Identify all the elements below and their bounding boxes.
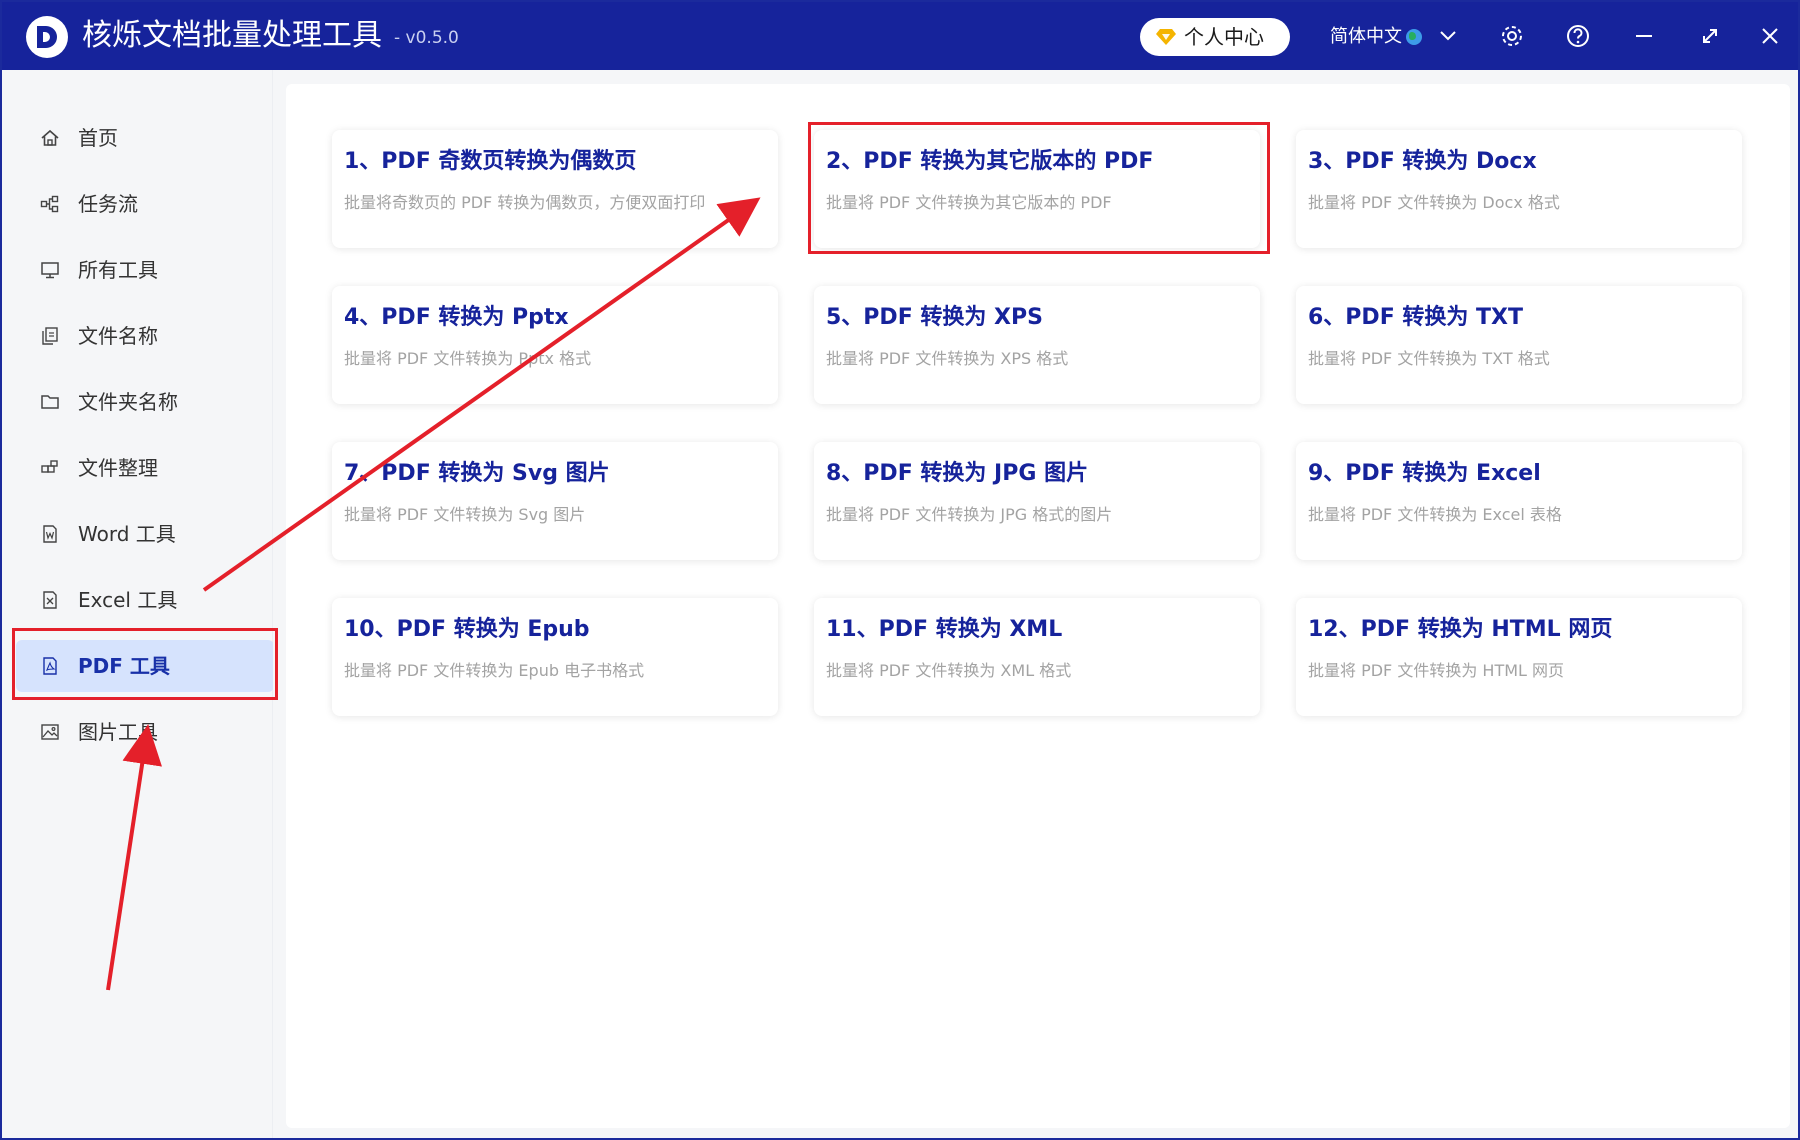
tool-card-desc: 批量将 PDF 文件转换为 Excel 表格 (1308, 505, 1562, 524)
tool-card-desc: 批量将 PDF 文件转换为 JPG 格式的图片 (826, 505, 1113, 524)
tool-card-desc: 批量将 PDF 文件转换为 XPS 格式 (826, 349, 1069, 368)
excel-file-icon (43, 591, 57, 609)
tool-card[interactable]: 1、PDF 奇数页转换为偶数页 批量将奇数页的 PDF 转换为偶数页，方便双面打… (332, 130, 778, 248)
tool-card-desc: 批量将奇数页的 PDF 转换为偶数页，方便双面打印 (344, 193, 706, 212)
tool-card[interactable]: 7、PDF 转换为 Svg 图片 批量将 PDF 文件转换为 Svg 图片 (332, 442, 778, 560)
tool-card-title: 6、PDF 转换为 TXT (1308, 305, 1524, 330)
sidebar-item-file-organize[interactable]: 文件整理 (16, 442, 274, 494)
globe-icon (1406, 29, 1422, 45)
home-icon (41, 129, 59, 146)
user-center-label: 个人中心 (1184, 25, 1264, 49)
chevron-down-icon[interactable] (1432, 20, 1464, 52)
sidebar-item-excel-tools[interactable]: Excel 工具 (16, 574, 274, 626)
workflow-icon (40, 195, 59, 213)
sidebar-item-workflow[interactable]: 任务流 (16, 178, 274, 230)
user-center-button[interactable]: 个人中心 (1140, 18, 1290, 56)
highlight-box-pdf-tools (12, 628, 278, 700)
sidebar-item-file-name[interactable]: 文件名称 (16, 310, 274, 362)
tool-card-title: 11、PDF 转换为 XML (826, 617, 1063, 642)
sidebar-item-label: 文件整理 (78, 456, 158, 480)
sidebar-item-label: 文件名称 (78, 324, 158, 348)
sidebar-item-label: 图片工具 (78, 720, 158, 744)
title-bar: 核烁文档批量处理工具 - v0.5.0 个人中心 简体中文 (2, 2, 1798, 70)
app-title: 核烁文档批量处理工具 (82, 18, 382, 53)
vip-diamond-icon (1156, 29, 1176, 45)
tool-card[interactable]: 3、PDF 转换为 Docx 批量将 PDF 文件转换为 Docx 格式 (1296, 130, 1742, 248)
sidebar-item-image-tools[interactable]: 图片工具 (16, 706, 274, 758)
folder-icon (41, 395, 59, 409)
tool-card[interactable]: 6、PDF 转换为 TXT 批量将 PDF 文件转换为 TXT 格式 (1296, 286, 1742, 404)
tool-card[interactable]: 5、PDF 转换为 XPS 批量将 PDF 文件转换为 XPS 格式 (814, 286, 1260, 404)
sidebar-item-word-tools[interactable]: Word 工具 (16, 508, 274, 560)
sidebar-item-label: 首页 (78, 126, 118, 150)
tool-card-desc: 批量将 PDF 文件转换为 HTML 网页 (1308, 661, 1565, 680)
tool-card-title: 12、PDF 转换为 HTML 网页 (1308, 617, 1613, 642)
tool-card-title: 7、PDF 转换为 Svg 图片 (344, 461, 610, 486)
minimize-icon[interactable] (1628, 20, 1660, 52)
tool-card[interactable]: 11、PDF 转换为 XML 批量将 PDF 文件转换为 XML 格式 (814, 598, 1260, 716)
app-window: 核烁文档批量处理工具 - v0.5.0 个人中心 简体中文 首页 任务流 所有工… (0, 0, 1800, 1140)
sidebar-item-label: 所有工具 (78, 258, 158, 282)
tool-card-desc: 批量将 PDF 文件转换为 Pptx 格式 (344, 349, 592, 368)
monitor-icon (41, 262, 59, 279)
sidebar-item-folder-name[interactable]: 文件夹名称 (16, 376, 274, 428)
image-icon (41, 724, 59, 740)
tool-card-desc: 批量将 PDF 文件转换为 XML 格式 (826, 661, 1072, 680)
tool-card[interactable]: 4、PDF 转换为 Pptx 批量将 PDF 文件转换为 Pptx 格式 (332, 286, 778, 404)
tool-card-title: 8、PDF 转换为 JPG 图片 (826, 461, 1089, 486)
sidebar-item-all-tools[interactable]: 所有工具 (16, 244, 274, 296)
sidebar-item-label: Word 工具 (78, 522, 176, 546)
tool-card-desc: 批量将 PDF 文件转换为 TXT 格式 (1308, 349, 1550, 368)
app-logo-icon (26, 16, 68, 58)
sidebar-item-home[interactable]: 首页 (16, 112, 274, 164)
tool-card-title: 9、PDF 转换为 Excel (1308, 461, 1541, 486)
sidebar-item-label: 任务流 (78, 192, 138, 216)
settings-gear-icon[interactable] (1496, 20, 1528, 52)
tool-card-desc: 批量将 PDF 文件转换为 Svg 图片 (344, 505, 586, 524)
sidebar-item-label: 文件夹名称 (78, 390, 178, 414)
tool-card[interactable]: 12、PDF 转换为 HTML 网页 批量将 PDF 文件转换为 HTML 网页 (1296, 598, 1742, 716)
organize-icon (41, 460, 58, 473)
tool-card-title: 5、PDF 转换为 XPS (826, 305, 1043, 330)
tool-card[interactable]: 8、PDF 转换为 JPG 图片 批量将 PDF 文件转换为 JPG 格式的图片 (814, 442, 1260, 560)
tool-card-title: 1、PDF 奇数页转换为偶数页 (344, 149, 637, 174)
word-file-icon (43, 525, 57, 543)
help-icon[interactable] (1562, 20, 1594, 52)
sidebar-item-label: Excel 工具 (78, 588, 178, 612)
tool-card[interactable]: 10、PDF 转换为 Epub 批量将 PDF 文件转换为 Epub 电子书格式 (332, 598, 778, 716)
tool-card-title: 3、PDF 转换为 Docx (1308, 149, 1537, 174)
close-icon[interactable] (1754, 20, 1786, 52)
tool-card-desc: 批量将 PDF 文件转换为 Epub 电子书格式 (344, 661, 645, 680)
file-copy-icon (42, 327, 58, 345)
tool-card-title: 10、PDF 转换为 Epub (344, 617, 590, 642)
highlight-box-tool-card (808, 122, 1270, 254)
language-selector-label[interactable]: 简体中文 (1330, 24, 1402, 50)
maximize-icon[interactable] (1694, 20, 1726, 52)
tool-card-title: 4、PDF 转换为 Pptx (344, 305, 569, 330)
app-version: - v0.5.0 (394, 28, 459, 48)
tool-card[interactable]: 9、PDF 转换为 Excel 批量将 PDF 文件转换为 Excel 表格 (1296, 442, 1742, 560)
tool-card-desc: 批量将 PDF 文件转换为 Docx 格式 (1308, 193, 1560, 212)
